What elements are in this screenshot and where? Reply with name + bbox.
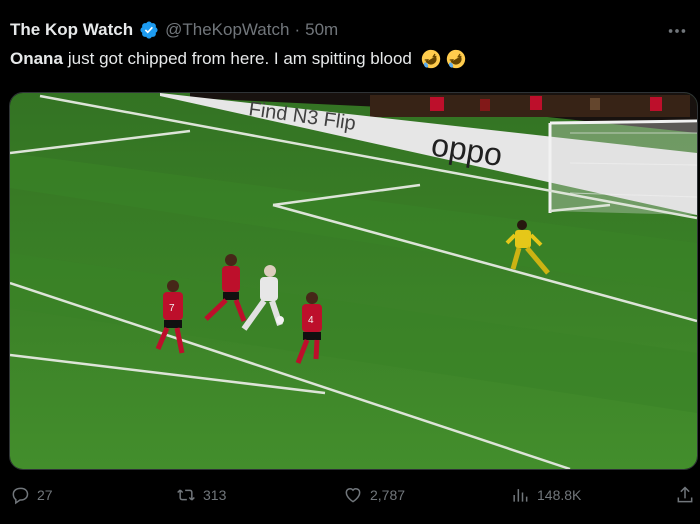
author-handle[interactable]: @TheKopWatch (165, 20, 289, 40)
rolling-laughing-emoji-icon (421, 49, 441, 69)
retweet-button[interactable]: 313 (176, 485, 226, 505)
tweet-actions: 27 313 2,787 148.8K (0, 485, 700, 509)
tweet-text: Onana just got chipped from here. I am s… (10, 48, 467, 70)
reply-button[interactable]: 27 (10, 485, 53, 505)
verified-badge-icon (140, 21, 158, 39)
more-options-icon[interactable] (666, 20, 688, 40)
tweet-video[interactable]: Find N3 Flip oppo 7 4 (9, 92, 698, 470)
like-button[interactable]: 2,787 (343, 485, 405, 505)
football-pitch-scene: Find N3 Flip oppo 7 4 (10, 93, 697, 469)
heart-icon (345, 488, 361, 503)
views-chart-icon (513, 489, 528, 502)
reply-count: 27 (37, 487, 53, 503)
view-count: 148.8K (537, 487, 582, 503)
share-icon (677, 486, 693, 503)
share-button[interactable] (675, 485, 695, 505)
separator-dot: · (294, 20, 301, 39)
like-count: 2,787 (370, 487, 406, 503)
reply-icon (12, 487, 29, 505)
retweet-icon (177, 489, 195, 501)
timestamp[interactable]: 50m (305, 20, 338, 40)
rolling-laughing-emoji-icon (446, 49, 466, 69)
author-name[interactable]: The Kop Watch (10, 20, 133, 40)
retweet-count: 313 (203, 487, 227, 503)
tweet-header: The Kop Watch @TheKopWatch · 50m (10, 18, 338, 42)
views-button[interactable]: 148.8K (510, 485, 581, 505)
tweet-body: just got chipped from here. I am spittin… (67, 49, 412, 68)
mention-onana: Onana (10, 49, 63, 68)
